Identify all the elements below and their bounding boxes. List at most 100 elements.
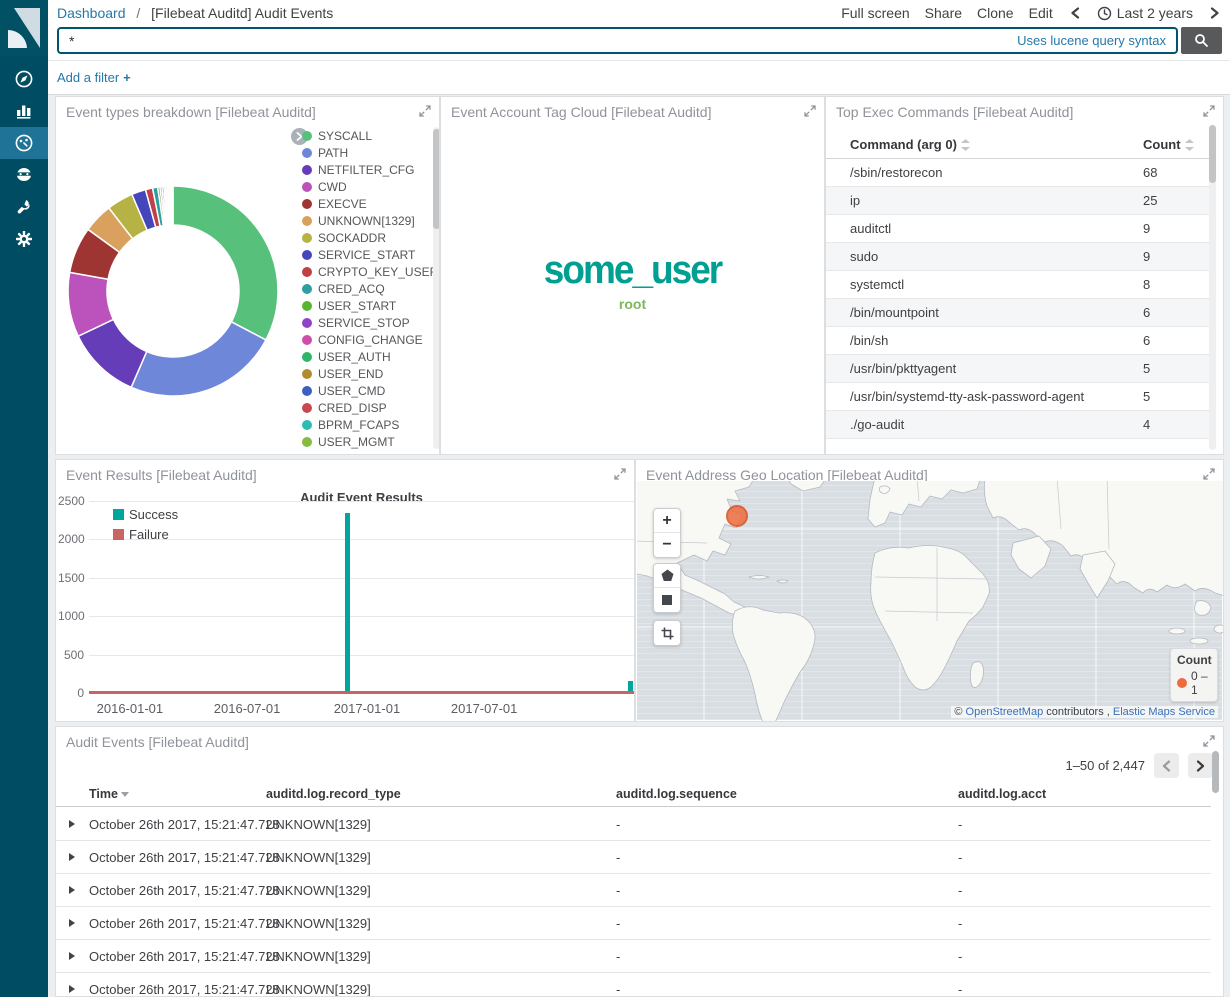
legend-item-failure[interactable]: Failure (113, 524, 178, 544)
legend-item-user_auth[interactable]: USER_AUTH (302, 348, 426, 365)
legend-item-cred_disp[interactable]: CRED_DISP (302, 399, 426, 416)
legend-scrollbar-thumb[interactable] (433, 129, 440, 229)
expand-panel-icon[interactable] (1203, 105, 1215, 117)
sidebar-item-visualize[interactable] (0, 95, 48, 127)
audit-scrollbar[interactable] (1212, 751, 1219, 994)
failure-series-line[interactable] (89, 691, 634, 694)
legend-label: NETFILTER_CFG (318, 163, 414, 177)
search-button[interactable] (1181, 27, 1222, 54)
expand-panel-icon[interactable] (614, 468, 626, 480)
table-row[interactable]: auditctl9 (826, 215, 1209, 243)
legend-item-crypto_key_user[interactable]: CRYPTO_KEY_USER (302, 263, 426, 280)
table-scrollbar-thumb[interactable] (1209, 125, 1216, 183)
legend-item-user_start[interactable]: USER_START (302, 297, 426, 314)
table-row[interactable]: ./go-audit4 (826, 411, 1209, 439)
draw-polygon-button[interactable] (654, 564, 680, 588)
breadcrumb-dashboard-link[interactable]: Dashboard (57, 5, 126, 21)
kibana-logo[interactable] (0, 0, 48, 56)
expand-row-caret-icon[interactable] (69, 919, 75, 927)
legend-item-execve[interactable]: EXECVE (302, 195, 426, 212)
openstreetmap-link[interactable]: OpenStreetMap (966, 706, 1044, 718)
tag-cloud-word-some-user[interactable]: some_user (441, 247, 824, 292)
column-label: Count (1143, 137, 1181, 152)
sidebar-item-dev-tools[interactable] (0, 191, 48, 223)
edit-button[interactable]: Edit (1029, 5, 1053, 21)
legend-item-service_stop[interactable]: SERVICE_STOP (302, 314, 426, 331)
legend-item-user_mgmt[interactable]: USER_MGMT (302, 433, 426, 450)
legend-item-crypto_session[interactable]: CRYPTO_SESSION (302, 450, 426, 455)
table-row[interactable]: /sbin/restorecon68 (826, 159, 1209, 187)
crop-icon-button[interactable] (654, 621, 680, 645)
legend-item-user_cmd[interactable]: USER_CMD (302, 382, 426, 399)
expand-row-caret-icon[interactable] (69, 886, 75, 894)
full-screen-button[interactable]: Full screen (841, 5, 909, 21)
expand-row-caret-icon[interactable] (69, 985, 75, 993)
next-page-button[interactable] (1188, 753, 1213, 778)
legend-item-cwd[interactable]: CWD (302, 178, 426, 195)
time-picker-button[interactable]: Last 2 years (1097, 5, 1193, 21)
previous-page-button[interactable] (1154, 753, 1179, 778)
tag-cloud-word-root[interactable]: root (441, 296, 824, 312)
legend-item-path[interactable]: PATH (302, 144, 426, 161)
legend-item-netfilter_cfg[interactable]: NETFILTER_CFG (302, 161, 426, 178)
expand-panel-icon[interactable] (804, 105, 816, 117)
expand-row-caret-icon[interactable] (69, 853, 75, 861)
expand-panel-icon[interactable] (1203, 735, 1215, 747)
donut-slice-syscall[interactable] (173, 186, 278, 340)
legend-item-user_end[interactable]: USER_END (302, 365, 426, 382)
success-bar[interactable] (345, 513, 350, 693)
command-cell: /bin/sh (850, 333, 888, 348)
time-forward-button[interactable] (1208, 7, 1222, 19)
search-input[interactable]: * Uses lucene query syntax (57, 27, 1178, 54)
elastic-maps-service-link[interactable]: Elastic Maps Service (1113, 706, 1215, 718)
legend-item-sockaddr[interactable]: SOCKADDR (302, 229, 426, 246)
legend-item-bprm_fcaps[interactable]: BPRM_FCAPS (302, 416, 426, 433)
add-filter-button[interactable]: Add a filter+ (57, 70, 131, 85)
legend-item-config_change[interactable]: CONFIG_CHANGE (302, 331, 426, 348)
time-back-button[interactable] (1068, 7, 1082, 19)
column-header-sequence[interactable]: auditd.log.sequence (616, 787, 737, 801)
column-header-command[interactable]: Command (arg 0) (850, 137, 970, 152)
table-row[interactable]: ip25 (826, 187, 1209, 215)
expand-row-caret-icon[interactable] (69, 820, 75, 828)
table-scrollbar[interactable] (1209, 125, 1216, 450)
legend-item-unknown[1329][interactable]: UNKNOWN[1329] (302, 212, 426, 229)
column-header-record-type[interactable]: auditd.log.record_type (266, 787, 401, 801)
table-row[interactable]: /usr/bin/systemd-tty-ask-password-agent5 (826, 383, 1209, 411)
sidebar-item-management[interactable] (0, 223, 48, 255)
table-row[interactable]: /usr/bin/pkttyagent5 (826, 355, 1209, 383)
table-row[interactable]: /bin/sh6 (826, 327, 1209, 355)
column-header-count[interactable]: Count (1143, 137, 1194, 152)
lucene-syntax-link[interactable]: Uses lucene query syntax (1017, 33, 1166, 48)
world-map[interactable]: + − Count (637, 481, 1222, 720)
legend-item-cred_acq[interactable]: CRED_ACQ (302, 280, 426, 297)
column-header-time[interactable]: Time (89, 787, 129, 801)
donut-slice-path[interactable] (131, 322, 266, 396)
donut-slice-crypto_session[interactable] (172, 186, 173, 225)
expand-panel-icon[interactable] (1203, 468, 1215, 480)
expand-panel-icon[interactable] (419, 105, 431, 117)
zoom-in-button[interactable]: + (654, 509, 680, 533)
sidebar-item-dashboard[interactable] (0, 127, 48, 159)
expand-row-caret-icon[interactable] (69, 952, 75, 960)
table-row[interactable]: /bin/mountpoint6 (826, 299, 1209, 327)
share-button[interactable]: Share (925, 5, 962, 21)
table-row[interactable]: sudo9 (826, 243, 1209, 271)
gridline (89, 501, 634, 502)
audit-scrollbar-thumb[interactable] (1212, 751, 1219, 793)
table-row[interactable]: systemctl8 (826, 271, 1209, 299)
sidebar-item-timelion[interactable] (0, 159, 48, 191)
legend-item-success[interactable]: Success (113, 504, 178, 524)
draw-rectangle-button[interactable] (654, 588, 680, 612)
legend-item-service_start[interactable]: SERVICE_START (302, 246, 426, 263)
y-tick-label: 1000 (58, 609, 84, 623)
table-row: October 26th 2017, 15:21:47.728UNKNOWN[1… (56, 940, 1211, 973)
zoom-out-button[interactable]: − (654, 533, 680, 557)
sidebar-item-discover[interactable] (0, 63, 48, 95)
clone-button[interactable]: Clone (977, 5, 1014, 21)
column-header-acct[interactable]: auditd.log.acct (958, 787, 1046, 801)
legend-color-dot (302, 420, 312, 430)
legend-scrollbar[interactable] (433, 127, 440, 449)
legend-item-syscall[interactable]: SYSCALL (302, 127, 426, 144)
copyright-symbol: © (954, 706, 962, 718)
